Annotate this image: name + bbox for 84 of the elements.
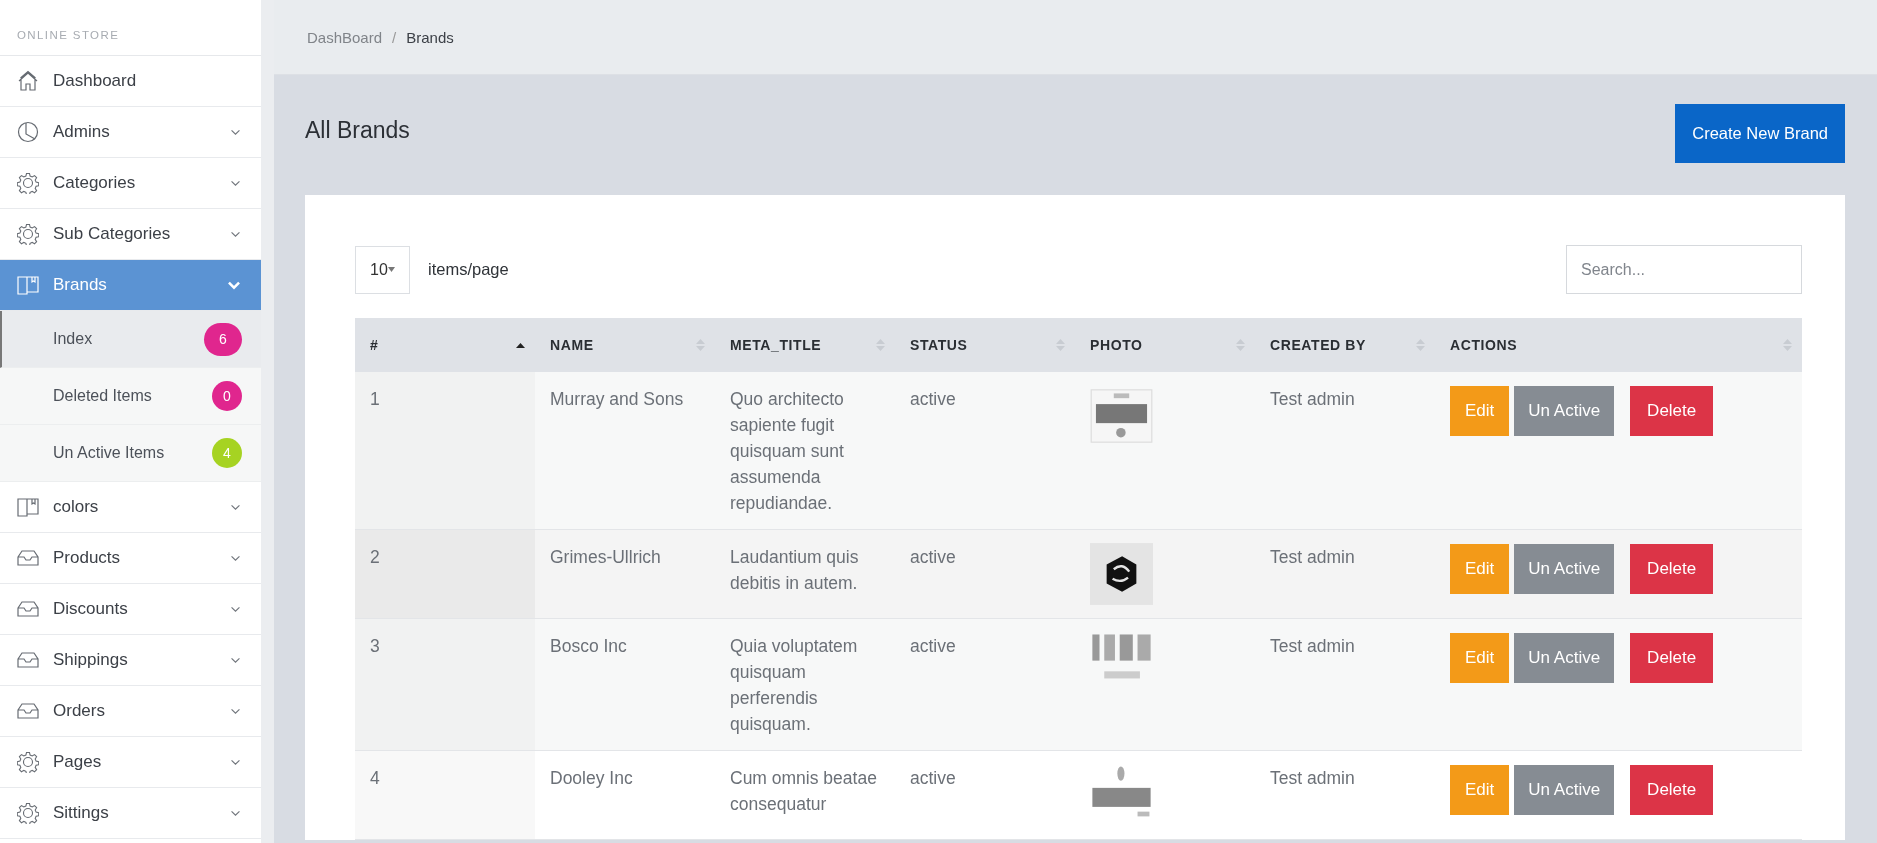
submenu-item[interactable]: Index 6 — [0, 311, 261, 368]
sidebar-item-label: Discounts — [53, 599, 129, 619]
inbox-icon — [17, 600, 39, 618]
sidebar-item[interactable]: Admins — [0, 107, 261, 158]
settings-icon — [17, 802, 39, 824]
count-badge: 4 — [212, 438, 242, 468]
column-header[interactable]: # — [355, 318, 535, 372]
submenu-item-label: Deleted Items — [53, 387, 153, 405]
submenu-item[interactable]: Deleted Items 0 — [0, 368, 261, 425]
sidebar-item-label: Shippings — [53, 650, 129, 670]
table-cell: active — [895, 372, 1075, 530]
delete-button[interactable]: Delete — [1630, 544, 1714, 594]
column-header[interactable]: ACTIONS — [1435, 318, 1802, 372]
sidebar-item[interactable]: Shippings — [0, 635, 261, 686]
count-badge: 6 — [204, 322, 242, 356]
settings-icon — [17, 223, 39, 245]
items-per-page-label: items/page — [428, 260, 509, 279]
sidebar-item[interactable]: Orders — [0, 686, 261, 737]
inbox-icon — [17, 549, 39, 567]
column-header[interactable]: STATUS — [895, 318, 1075, 372]
delete-button[interactable]: Delete — [1630, 633, 1714, 683]
sidebar-item[interactable]: Discounts — [0, 584, 261, 635]
pie-chart-icon — [17, 121, 39, 143]
sort-ascending-icon — [516, 342, 525, 348]
table-cell: 4 — [355, 750, 535, 840]
table-cell: Test admin — [1255, 750, 1435, 840]
breadcrumb-link[interactable]: Brands — [406, 28, 454, 46]
sidebar-item[interactable]: Dashboard — [0, 56, 261, 107]
settings-icon — [17, 751, 39, 773]
table-cell: Grimes-Ullrich — [535, 529, 715, 619]
breadcrumb-separator: / — [392, 28, 397, 46]
sidebar-item-label: colors — [53, 497, 100, 517]
sidebar-item-label: Dashboard — [53, 71, 138, 91]
table-cell: active — [895, 529, 1075, 619]
sidebar-item-label: Orders — [53, 701, 106, 721]
sidebar-heading: ONLINE STORE — [0, 0, 261, 56]
submenu-item-label: Un Active Items — [53, 444, 166, 462]
sidebar-item-label: Sittings — [53, 803, 110, 823]
count-badge: 0 — [212, 381, 242, 411]
settings-icon — [17, 172, 39, 194]
delete-button[interactable]: Delete — [1630, 386, 1714, 436]
book-icon — [17, 275, 39, 295]
sidebar-item[interactable]: Categories — [0, 158, 261, 209]
column-header[interactable]: CREATED BY — [1255, 318, 1435, 372]
create-brand-button[interactable]: Create New Brand — [1675, 104, 1845, 163]
sidebar-item-label: Products — [53, 548, 122, 568]
table-cell: 1 — [355, 372, 535, 530]
table-cell: Dooley Inc — [535, 750, 715, 840]
table-cell: Bosco Inc — [535, 618, 715, 751]
table-cell: Test admin — [1255, 372, 1435, 530]
caret-icon — [387, 267, 395, 272]
sidebar-item-label: Brands — [53, 275, 108, 295]
table-cell: active — [895, 750, 1075, 840]
sidebar-item[interactable]: Sittings — [0, 788, 261, 839]
table-cell: Test admin — [1255, 618, 1435, 751]
search-field[interactable]: Search... — [1566, 245, 1802, 294]
sidebar-item[interactable]: Products — [0, 533, 261, 584]
table-cell: active — [895, 618, 1075, 751]
submenu-item-label: Index — [53, 330, 94, 348]
page-size-select[interactable]: 10 — [355, 245, 410, 294]
table-cell: 2 — [355, 529, 535, 619]
column-header[interactable]: META_TITLE — [715, 318, 895, 372]
table-cell: Quia voluptatem quisquam perferendis quisquam. — [715, 618, 895, 751]
sidebar-item-label: Pages — [53, 752, 103, 772]
sidebar-item[interactable]: colors — [0, 482, 261, 533]
table-cell: Laudantium quis debitis in autem. — [715, 529, 895, 619]
home-icon — [17, 70, 39, 92]
inbox-icon — [17, 651, 39, 669]
column-header[interactable]: PHOTO — [1075, 318, 1255, 372]
table-cell: Test admin — [1255, 529, 1435, 619]
column-header[interactable]: NAME — [535, 318, 715, 372]
page-title: All Brands — [305, 117, 410, 144]
inbox-icon — [17, 702, 39, 720]
table-cell: Murray and Sons — [535, 372, 715, 530]
sidebar-item[interactable]: Pages — [0, 737, 261, 788]
submenu-item[interactable]: Un Active Items 4 — [0, 425, 261, 482]
delete-button[interactable]: Delete — [1630, 765, 1714, 815]
sidebar-item-label: Categories — [53, 173, 137, 193]
book-icon — [17, 497, 39, 517]
sidebar-item-label: Admins — [53, 122, 111, 142]
table-cell: Quo architecto sapiente fugit quisquam sunt assumenda repudiandae. — [715, 372, 895, 530]
sidebar-item-label: Sub Categories — [53, 224, 172, 244]
table-cell: Cum omnis beatae consequatur — [715, 750, 895, 840]
table-cell: 3 — [355, 618, 535, 751]
